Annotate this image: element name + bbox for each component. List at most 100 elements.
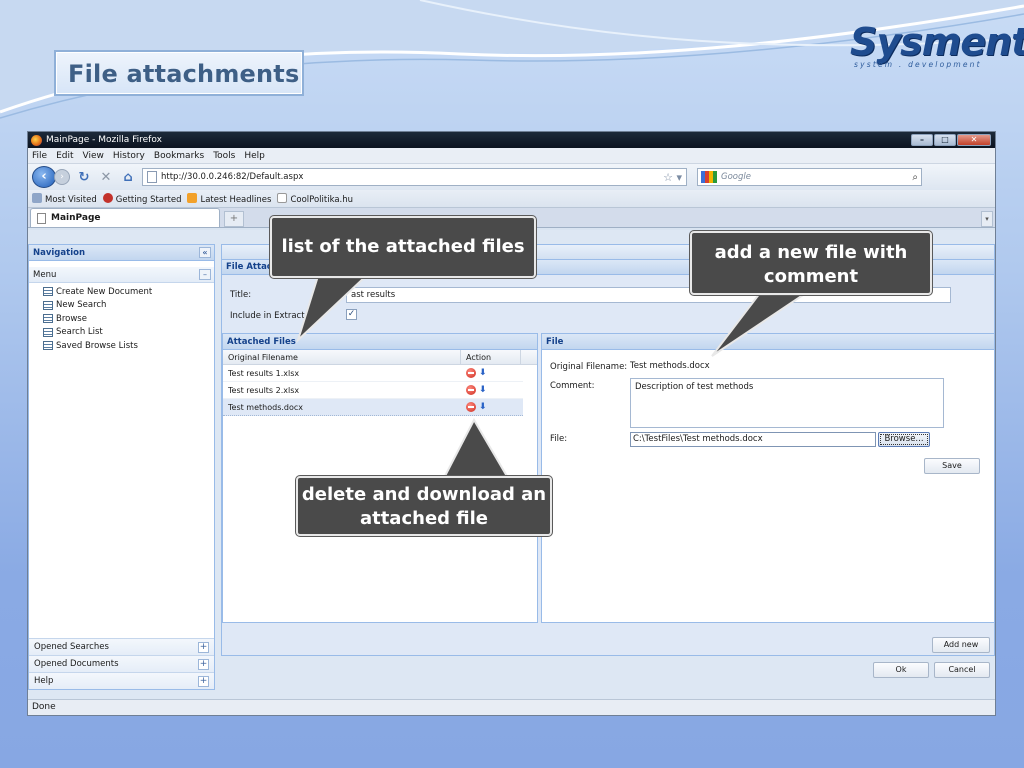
download-icon[interactable]: ⬇ bbox=[479, 368, 487, 378]
bookmark-label: Most Visited bbox=[45, 194, 97, 205]
file-path-input[interactable]: C:\TestFiles\Test methods.docx bbox=[630, 432, 876, 447]
menu-item-search-list[interactable]: Search List bbox=[43, 326, 214, 340]
menu-view[interactable]: View bbox=[83, 151, 104, 161]
browse-button[interactable]: Browse... bbox=[878, 432, 930, 447]
navigation-title: Navigation bbox=[33, 247, 85, 258]
cancel-button[interactable]: Cancel bbox=[934, 662, 990, 678]
menu-item-label: Browse bbox=[56, 313, 87, 324]
navigation-header: Navigation « bbox=[29, 245, 214, 261]
menu-item-label: Saved Browse Lists bbox=[56, 340, 138, 351]
tab-list-icon[interactable]: ▾ bbox=[981, 211, 993, 227]
tab-mainpage[interactable]: MainPage bbox=[30, 208, 220, 227]
file-detail-panel: File Original Filename: Test methods.doc… bbox=[541, 333, 995, 623]
attached-files-header: Attached Files bbox=[223, 334, 537, 350]
comment-label: Comment: bbox=[550, 381, 595, 391]
menu-list: Create New Document New Search Browse Se… bbox=[29, 283, 214, 353]
original-filename-label: Original Filename: bbox=[550, 362, 628, 372]
stop-icon[interactable]: ✕ bbox=[98, 170, 114, 185]
add-new-button[interactable]: Add new bbox=[932, 637, 990, 653]
column-action[interactable]: Action bbox=[461, 350, 521, 364]
table-row[interactable]: Test results 2.xlsx ⬇ bbox=[223, 382, 523, 399]
delete-icon[interactable] bbox=[466, 385, 476, 395]
sidebar-help[interactable]: Help + bbox=[29, 672, 214, 689]
bookmark-latest-headlines[interactable]: Latest Headlines bbox=[187, 192, 272, 205]
bookmark-label: Latest Headlines bbox=[200, 194, 272, 205]
maximize-icon[interactable]: □ bbox=[934, 134, 956, 146]
most-visited-icon bbox=[32, 192, 42, 203]
file-attachment-panel: File Attach Title: ast results Include i… bbox=[221, 244, 995, 656]
navigation-panel: Navigation « Menu – Create New Document … bbox=[28, 244, 215, 690]
list-icon bbox=[43, 300, 53, 310]
ok-button[interactable]: Ok bbox=[873, 662, 929, 678]
expand-icon[interactable]: + bbox=[198, 658, 209, 670]
column-original-filename[interactable]: Original Filename bbox=[223, 350, 461, 364]
minus-icon[interactable]: – bbox=[199, 269, 211, 280]
navigation-toolbar: ‹ › ↻ ✕ ⌂ http://30.0.0.246:82/Default.a… bbox=[28, 164, 995, 190]
star-icon[interactable]: ☆ ▾ bbox=[663, 171, 682, 184]
home-icon[interactable]: ⌂ bbox=[120, 170, 136, 185]
collapse-icon[interactable]: « bbox=[199, 247, 211, 258]
table-row[interactable]: Test methods.docx ⬇ bbox=[223, 399, 523, 416]
save-button[interactable]: Save bbox=[924, 458, 980, 474]
include-label: Include in Extract bbox=[230, 311, 305, 321]
page-content: Navigation « Menu – Create New Document … bbox=[28, 230, 995, 700]
delete-icon[interactable] bbox=[466, 402, 476, 412]
table-row[interactable]: Test results 1.xlsx ⬇ bbox=[223, 365, 523, 382]
menu-item-new-search[interactable]: New Search bbox=[43, 299, 214, 313]
menu-item-label: New Search bbox=[56, 300, 107, 311]
menu-item-browse[interactable]: Browse bbox=[43, 312, 214, 326]
menu-bookmarks[interactable]: Bookmarks bbox=[154, 151, 204, 161]
magnifier-icon[interactable]: ⌕ bbox=[912, 172, 918, 183]
row-actions: ⬇ bbox=[461, 402, 521, 412]
attached-files-title: Attached Files bbox=[227, 336, 296, 347]
reload-icon[interactable]: ↻ bbox=[76, 170, 92, 185]
list-icon bbox=[43, 287, 53, 297]
delete-icon[interactable] bbox=[466, 368, 476, 378]
menu-header[interactable]: Menu – bbox=[29, 267, 214, 283]
rss-icon bbox=[187, 192, 198, 203]
menu-tools[interactable]: Tools bbox=[213, 151, 235, 161]
menu-history[interactable]: History bbox=[113, 151, 145, 161]
minimize-icon[interactable]: – bbox=[911, 134, 933, 146]
bookmark-label: CoolPolitika.hu bbox=[290, 194, 354, 205]
menu-edit[interactable]: Edit bbox=[56, 151, 73, 161]
forward-arrow-icon[interactable]: › bbox=[54, 169, 70, 185]
menu-bar: File Edit View History Bookmarks Tools H… bbox=[28, 148, 995, 164]
file-title: File bbox=[546, 336, 564, 347]
expand-icon[interactable]: + bbox=[198, 675, 209, 687]
menu-item-saved-browse-lists[interactable]: Saved Browse Lists bbox=[43, 339, 214, 353]
menu-item-create-new-document[interactable]: Create New Document bbox=[43, 285, 214, 299]
sidebar-opened-searches[interactable]: Opened Searches + bbox=[29, 638, 214, 655]
menu-help[interactable]: Help bbox=[244, 151, 265, 161]
bookmark-getting-started[interactable]: Getting Started bbox=[102, 192, 181, 205]
row-actions: ⬇ bbox=[461, 368, 521, 378]
url-text: http://30.0.0.246:82/Default.aspx bbox=[161, 172, 304, 182]
footer-label: Help bbox=[34, 676, 54, 686]
tab-label: MainPage bbox=[51, 213, 101, 223]
callout-add-file: add a new file with comment bbox=[690, 231, 932, 295]
callout-delete-download: delete and download an attached file bbox=[296, 476, 552, 536]
logo-word: Sysment bbox=[850, 20, 1024, 64]
menu-file[interactable]: File bbox=[32, 151, 47, 161]
file-label: File: bbox=[550, 434, 568, 444]
address-bar[interactable]: http://30.0.0.246:82/Default.aspx ☆ ▾ bbox=[142, 168, 687, 186]
list-icon bbox=[43, 341, 53, 351]
search-input[interactable]: Google ⌕ bbox=[697, 168, 922, 186]
download-icon[interactable]: ⬇ bbox=[479, 402, 487, 412]
google-icon bbox=[701, 171, 717, 183]
sidebar-opened-documents[interactable]: Opened Documents + bbox=[29, 655, 214, 672]
close-icon[interactable]: ✕ bbox=[957, 134, 991, 146]
bookmark-coolpolitika[interactable]: CoolPolitika.hu bbox=[277, 192, 354, 205]
search-placeholder: Google bbox=[721, 172, 751, 182]
download-icon[interactable]: ⬇ bbox=[479, 385, 487, 395]
title-bar: MainPage - Mozilla Firefox – □ ✕ bbox=[28, 132, 995, 148]
back-arrow-icon[interactable]: ‹ bbox=[32, 166, 56, 188]
sysment-logo: Sysment system . development bbox=[850, 20, 1024, 80]
comment-textarea[interactable]: Description of test methods bbox=[630, 378, 944, 428]
title-label: Title: bbox=[230, 290, 252, 300]
new-tab-button[interactable]: + bbox=[224, 211, 244, 227]
expand-icon[interactable]: + bbox=[198, 641, 209, 653]
include-checkbox[interactable]: ✓ bbox=[346, 309, 357, 320]
row-actions: ⬇ bbox=[461, 385, 521, 395]
bookmark-most-visited[interactable]: Most Visited bbox=[32, 192, 97, 205]
